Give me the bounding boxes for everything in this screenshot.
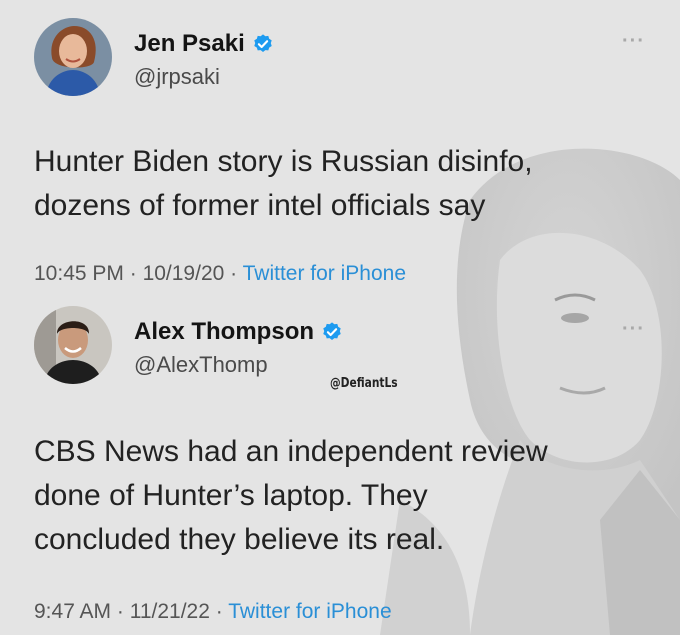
- separator: ·: [111, 600, 130, 623]
- author-row: Jen Psaki: [134, 30, 274, 58]
- avatar-image: [34, 18, 112, 96]
- tweet-text: CBS News had an independent review done …: [34, 435, 548, 556]
- tweet-1: Jen Psaki @jrpsaki ··· Hunter Biden stor…: [0, 0, 680, 300]
- more-options-icon[interactable]: ···: [622, 30, 645, 53]
- tweet-meta: 9:47 AM · 11/21/22 · Twitter for iPhone: [34, 600, 392, 624]
- verified-badge-icon: [254, 34, 272, 52]
- tweet-2: Alex Thompson @AlexThomp ··· @DefiantLs …: [0, 300, 680, 635]
- tweet-time: 9:47 AM: [34, 600, 112, 623]
- verified-badge-icon: [323, 322, 341, 340]
- author-handle[interactable]: @jrpsaki: [134, 64, 220, 90]
- avatar-image: [34, 306, 112, 384]
- author-name[interactable]: Alex Thompson: [134, 318, 314, 346]
- tweet-time: 10:45 PM: [34, 262, 124, 285]
- separator: ·: [209, 600, 229, 623]
- tweet-meta: 10:45 PM · 10/19/20 · Twitter for iPhone: [34, 262, 406, 286]
- author-name[interactable]: Jen Psaki: [134, 30, 245, 58]
- tweet-date[interactable]: 10/19/20: [143, 262, 225, 285]
- tweet-date[interactable]: 11/21/22: [130, 600, 210, 623]
- separator: ·: [123, 262, 143, 285]
- author-handle[interactable]: @AlexThomp: [134, 352, 268, 378]
- watermark: @DefiantLs: [330, 376, 398, 391]
- tweet-text: Hunter Biden story is Russian disinfo, d…: [34, 145, 533, 222]
- author-row: Alex Thompson: [134, 318, 343, 346]
- tweet-source[interactable]: Twitter for iPhone: [243, 262, 406, 285]
- separator: ·: [224, 262, 243, 285]
- more-options-icon[interactable]: ···: [622, 318, 645, 341]
- tweet-source[interactable]: Twitter for iPhone: [228, 600, 391, 623]
- avatar-alex-thompson[interactable]: [34, 306, 112, 384]
- avatar-jen-psaki[interactable]: [34, 18, 112, 96]
